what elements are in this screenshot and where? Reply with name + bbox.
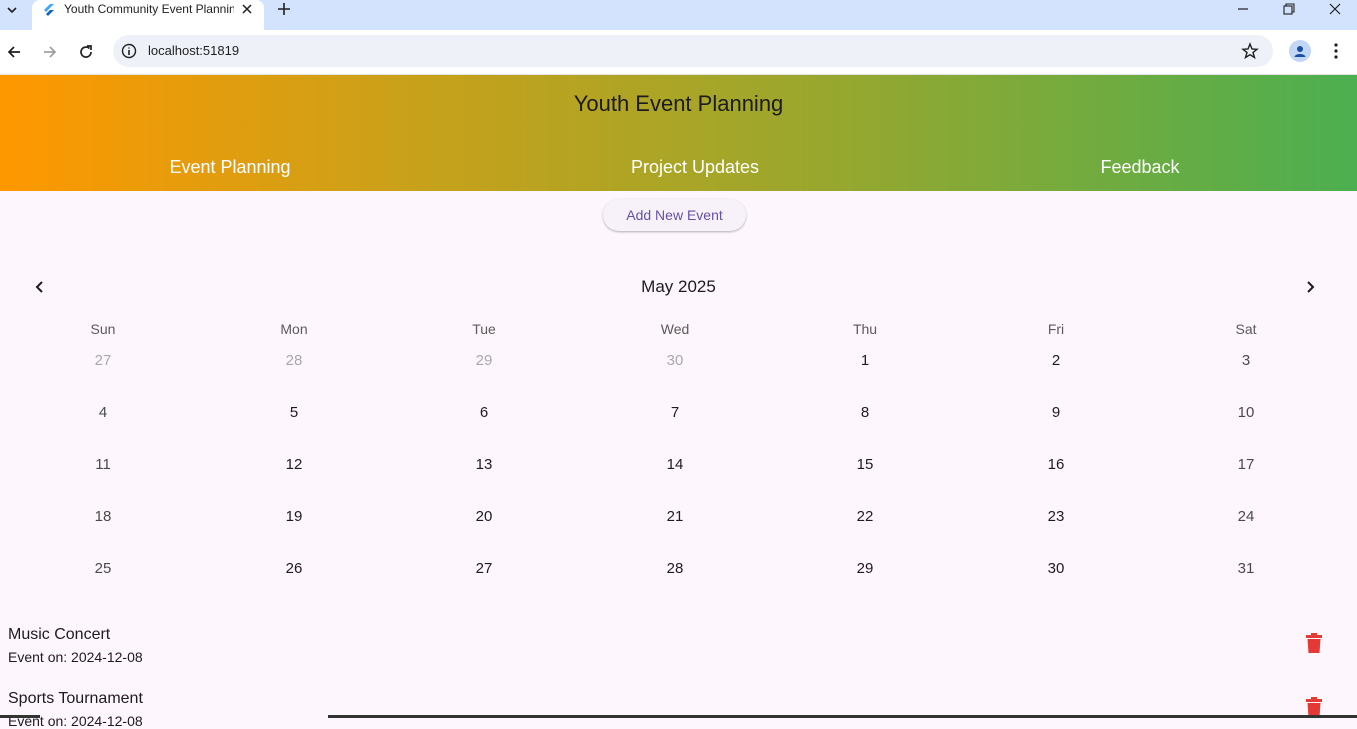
calendar-day[interactable]: 13 <box>476 456 493 473</box>
minimize-icon[interactable] <box>1223 0 1263 18</box>
back-arrow-icon[interactable] <box>2 40 26 64</box>
calendar-day[interactable]: 10 <box>1238 404 1255 421</box>
weekday-header: Fri <box>1047 321 1065 337</box>
url-text: localhost:51819 <box>148 43 240 58</box>
calendar-day[interactable]: 19 <box>286 508 303 525</box>
calendar-day[interactable]: 27 <box>95 352 112 369</box>
calendar-day[interactable]: 8 <box>861 404 869 421</box>
calendar-day[interactable]: 31 <box>1238 560 1255 577</box>
calendar-day[interactable]: 29 <box>476 352 493 369</box>
tab-event-planning[interactable]: Event Planning <box>169 157 290 178</box>
calendar-month-title: May 2025 <box>641 277 716 296</box>
browser-toolbar: localhost:51819 <box>0 30 1357 75</box>
tab-title: Youth Community Event Planning <box>64 2 234 16</box>
delete-icon[interactable] <box>1304 632 1324 654</box>
calendar-day[interactable]: 3 <box>1242 352 1250 369</box>
page-title: Youth Event Planning <box>573 91 784 116</box>
restore-icon[interactable] <box>1269 0 1309 18</box>
calendar-day[interactable]: 1 <box>861 352 869 369</box>
event-date: Event on: 2024-12-08 <box>8 649 143 665</box>
calendar-day[interactable]: 20 <box>476 508 493 525</box>
close-window-icon[interactable] <box>1315 0 1355 18</box>
calendar-day[interactable]: 21 <box>667 508 684 525</box>
event-title[interactable]: Sports Tournament <box>8 690 143 708</box>
bookmark-star-icon[interactable] <box>1241 42 1259 60</box>
calendar-day[interactable]: 30 <box>1048 560 1065 577</box>
calendar-day[interactable]: 2 <box>1052 352 1060 369</box>
calendar-day[interactable]: 28 <box>286 352 303 369</box>
calendar-day[interactable]: 18 <box>95 508 112 525</box>
browser-menu-icon[interactable] <box>1326 40 1346 62</box>
tab-search-chevron-icon[interactable] <box>0 0 24 20</box>
calendar-day[interactable]: 25 <box>95 560 112 577</box>
tab-feedback[interactable]: Feedback <box>1100 157 1179 178</box>
calendar-day[interactable]: 12 <box>286 456 303 473</box>
profile-avatar-icon[interactable] <box>1289 40 1311 62</box>
forward-arrow-icon[interactable] <box>38 40 62 64</box>
calendar-day[interactable]: 14 <box>667 456 684 473</box>
weekday-header: Wed <box>660 321 690 337</box>
event-title[interactable]: Music Concert <box>8 626 110 644</box>
calendar-day[interactable]: 23 <box>1048 508 1065 525</box>
flutter-favicon-icon <box>42 3 56 17</box>
calendar-day[interactable]: 7 <box>671 404 679 421</box>
browser-tabstrip: Youth Community Event Planning <box>0 0 1357 30</box>
address-bar[interactable]: localhost:51819 <box>113 35 1273 67</box>
weekday-header: Sat <box>1235 321 1257 337</box>
site-info-icon[interactable] <box>121 43 137 59</box>
calendar-day[interactable]: 6 <box>480 404 488 421</box>
new-tab-plus-icon[interactable] <box>274 0 294 18</box>
tab-project-updates[interactable]: Project Updates <box>631 157 759 178</box>
calendar-day[interactable]: 16 <box>1048 456 1065 473</box>
calendar-day[interactable]: 22 <box>857 508 874 525</box>
calendar-day[interactable]: 24 <box>1238 508 1255 525</box>
calendar-day[interactable]: 30 <box>667 352 684 369</box>
weekday-header: Tue <box>472 321 496 337</box>
calendar-day[interactable]: 27 <box>476 560 493 577</box>
reload-icon[interactable] <box>74 40 98 64</box>
weekday-header: Sun <box>90 321 116 337</box>
calendar-day[interactable]: 17 <box>1238 456 1255 473</box>
calendar-day[interactable]: 28 <box>667 560 684 577</box>
calendar-day[interactable]: 26 <box>286 560 303 577</box>
calendar-day[interactable]: 15 <box>857 456 874 473</box>
app-header: Youth Event Planning Event Planning Proj… <box>0 75 1357 191</box>
add-new-event-button[interactable]: Add New Event <box>603 199 746 231</box>
tab-close-icon[interactable] <box>239 1 255 17</box>
weekday-header: Thu <box>852 321 878 337</box>
next-month-chevron-icon[interactable] <box>1301 278 1319 296</box>
weekday-header: Mon <box>280 321 308 337</box>
calendar-day[interactable]: 29 <box>857 560 874 577</box>
calendar-day[interactable]: 9 <box>1052 404 1060 421</box>
calendar-day[interactable]: 5 <box>290 404 298 421</box>
calendar-day[interactable]: 4 <box>99 404 107 421</box>
calendar-day[interactable]: 11 <box>95 456 111 473</box>
browser-tab[interactable]: Youth Community Event Planning <box>32 0 264 30</box>
